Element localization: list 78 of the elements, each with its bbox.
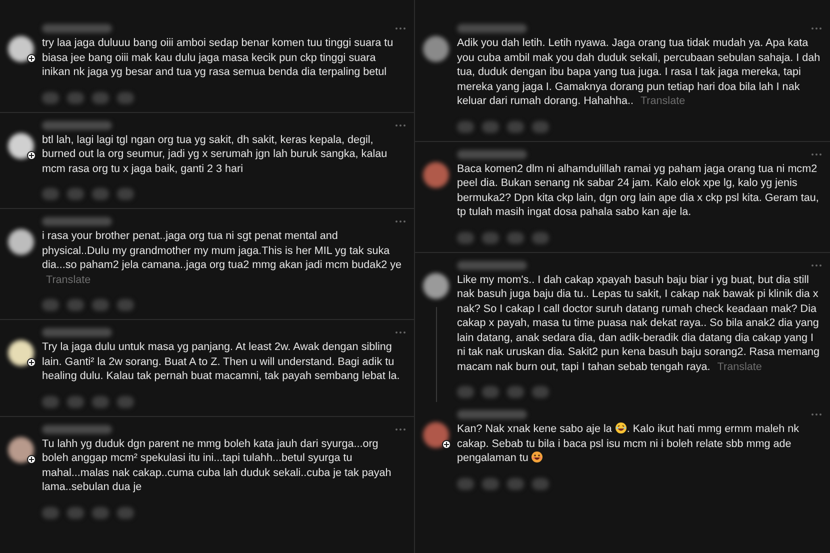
blurred-action-icon[interactable]: [42, 188, 59, 200]
blurred-username: [42, 24, 112, 33]
avatar[interactable]: [8, 36, 34, 62]
blurred-username: [457, 150, 527, 158]
blurred-username: [42, 120, 112, 130]
blurred-action-icon[interactable]: [507, 478, 524, 490]
blurred-action-icon[interactable]: [92, 396, 109, 408]
blurred-action-icon[interactable]: [532, 478, 549, 490]
comment-text: Like my mom's.. I dah cakap xpayah basuh baju biar i yg buat, but dia still nak basuh juga baju dia tu.. Lepas tu sakit, I cakap nak bawak pi klinik dia x nak? So I cakap I call doctor suruh datang rumah check keadaan mak? Dia cakap x payah, masa tu time puasa nak dekat raya.. So bila anak2 dia yang lain datang, anak sedara dia, dan adik-beradik dia datang dia cakap yang I ni tak nak uruskan dia. Sakit2 pun kena basuh baju sorang2. Rasa memang macam nak burn out, tapi I tahan sebab tengah raya. Translate: [457, 272, 821, 374]
blurred-action-icon[interactable]: [507, 386, 524, 398]
more-options-icon[interactable]: [811, 413, 822, 416]
blurred-action-icon[interactable]: [482, 120, 499, 132]
comment-text: Baca komen2 dlm ni alhamdulillah ramai yg paham jaga orang tua ni mcm2 peel dia. Bukan senang nk sabar 24 jam. Kalo elok xpe lg, kalo yg jenis bermuka2? Dpn kita ckp lain, dgn org lain ape dia x ckp psl kita. Geram tau, tp tulah masih ingat dosa pahala sabo kan aje la.: [457, 162, 820, 220]
avatar[interactable]: [8, 436, 34, 462]
avatar[interactable]: [423, 272, 449, 298]
plus-badge-icon[interactable]: [27, 358, 36, 367]
blurred-action-icon[interactable]: [507, 232, 524, 244]
translate-link[interactable]: Translate: [46, 274, 91, 286]
comment-text: Kan? Nak xnak kene sabo aje la . Kalo ikut hati mmg ermm maleh nk cakap. Sebab tu bila i baca psl isu mcm ni i boleh relate sbb mmg ade pengalaman tu: [457, 422, 800, 466]
blurred-action-icon[interactable]: [42, 506, 59, 518]
blurred-action-icon[interactable]: [532, 232, 549, 244]
blurred-action-icon[interactable]: [42, 92, 59, 104]
blurred-action-icon[interactable]: [532, 386, 549, 398]
blurred-action-icon[interactable]: [482, 386, 499, 398]
blurred-action-icon[interactable]: [42, 299, 59, 311]
more-options-icon[interactable]: [811, 27, 822, 30]
blurred-username: [42, 424, 112, 434]
grinning-emoji-icon: [531, 451, 544, 463]
blurred-username: [42, 217, 112, 226]
more-options-icon[interactable]: [395, 27, 406, 30]
comment-text: i rasa your brother penat..jaga org tua ni sgt penat mental and physical..Dulu my grandmother my mum jaga.This is her MIL yg tak suka dia...so paham2 jela camana..jaga org tua2 mmg akan jadi mcm budak2 ye Translate: [42, 229, 402, 287]
blurred-action-icon[interactable]: [92, 506, 109, 518]
blurred-username: [42, 328, 112, 337]
more-options-icon[interactable]: [811, 264, 822, 266]
blurred-action-icon[interactable]: [67, 188, 84, 200]
more-options-icon[interactable]: [395, 428, 406, 430]
avatar[interactable]: [423, 422, 449, 448]
comment-text: Tu lahh yg duduk dgn parent ne mmg boleh kata jauh dari syurga...org boleh anggap mcm² spekulasi itu ini...tapi tulahh...betul syurga tu mahal...malas nak cakap..cuma cuba lah duduk sekali..cuba je tak payah lama..sebulan dua je: [42, 436, 392, 494]
more-options-icon[interactable]: [395, 331, 406, 334]
more-options-icon[interactable]: [395, 124, 406, 126]
blurred-action-icon[interactable]: [92, 299, 109, 311]
translate-link[interactable]: Translate: [640, 95, 686, 107]
translate-link[interactable]: Translate: [717, 360, 762, 372]
blurred-action-icon[interactable]: [67, 396, 84, 408]
plus-badge-icon[interactable]: [442, 440, 451, 449]
blurred-action-icon[interactable]: [117, 299, 134, 311]
blurred-action-icon[interactable]: [457, 478, 474, 490]
blurred-action-icon[interactable]: [67, 92, 84, 104]
blurred-action-icon[interactable]: [117, 506, 134, 518]
avatar[interactable]: [8, 132, 34, 158]
more-options-icon[interactable]: [395, 220, 406, 223]
blurred-username: [457, 410, 527, 419]
laughing-emoji-icon: [614, 422, 627, 434]
blurred-action-icon[interactable]: [457, 232, 474, 244]
comment-text: try laa jaga duluuu bang oiii amboi sedap benar komen tuu tinggi suara tu biasa jee bang oiii mak kau dulu jaga masa kecik pun ckp tinggi suara inikan nk jaga yg besar and tua yg rasa semua benda dia terpaling betul: [42, 36, 394, 80]
blurred-username: [457, 24, 527, 33]
blurred-action-icon[interactable]: [117, 396, 134, 408]
blurred-action-icon[interactable]: [92, 188, 109, 200]
blurred-action-icon[interactable]: [482, 232, 499, 244]
blurred-action-icon[interactable]: [457, 120, 474, 132]
blurred-action-icon[interactable]: [42, 396, 59, 408]
comment-text: btl lah, lagi lagi tgl ngan org tua yg sakit, dh sakit, keras kepala, degil, burned out la org seumur, jadi yg x serumah jgn lah buruk sangka, kalau mcm rasa org tu x jaga baik, ganti 2 3 hari: [42, 132, 388, 176]
blurred-action-icon[interactable]: [92, 92, 109, 104]
blurred-action-icon[interactable]: [117, 188, 134, 200]
blurred-action-icon[interactable]: [507, 120, 524, 132]
more-options-icon[interactable]: [811, 152, 822, 156]
blurred-action-icon[interactable]: [457, 386, 474, 398]
avatar[interactable]: [8, 229, 34, 255]
comment-text: Adik you dah letih. Letih nyawa. Jaga orang tua tidak mudah ya. Apa kata you cuba ambil mak you dah duduk sekali, percubaan sebulan sahaja. I dah tua, duduk dengan ibu bapa yang tua juga. I rasa I tak jaga mereka, tapi mereka yang jaga I. Gamaknya dorang pun tetiap hari doa bila lah I nak keluar dari rumah dorang. Hahahha.. Translate: [457, 36, 822, 108]
comment-text: Try la jaga dulu untuk masa yg panjang. At least 2w. Awak dengan sibling lain. Ganti² la 2w sorang. Buat A to Z. Then u will understand. Bagi adik tu healing dulu. Kalau tak pernah buat macamni, tak payah sembang lebat la.: [42, 340, 401, 384]
blurred-action-icon[interactable]: [532, 120, 549, 132]
blurred-action-icon[interactable]: [67, 299, 84, 311]
blurred-action-icon[interactable]: [482, 478, 499, 490]
blurred-action-icon[interactable]: [67, 506, 84, 518]
blurred-username: [457, 260, 527, 270]
avatar[interactable]: [8, 340, 34, 366]
blurred-action-icon[interactable]: [117, 92, 134, 104]
plus-badge-icon[interactable]: [27, 54, 36, 63]
